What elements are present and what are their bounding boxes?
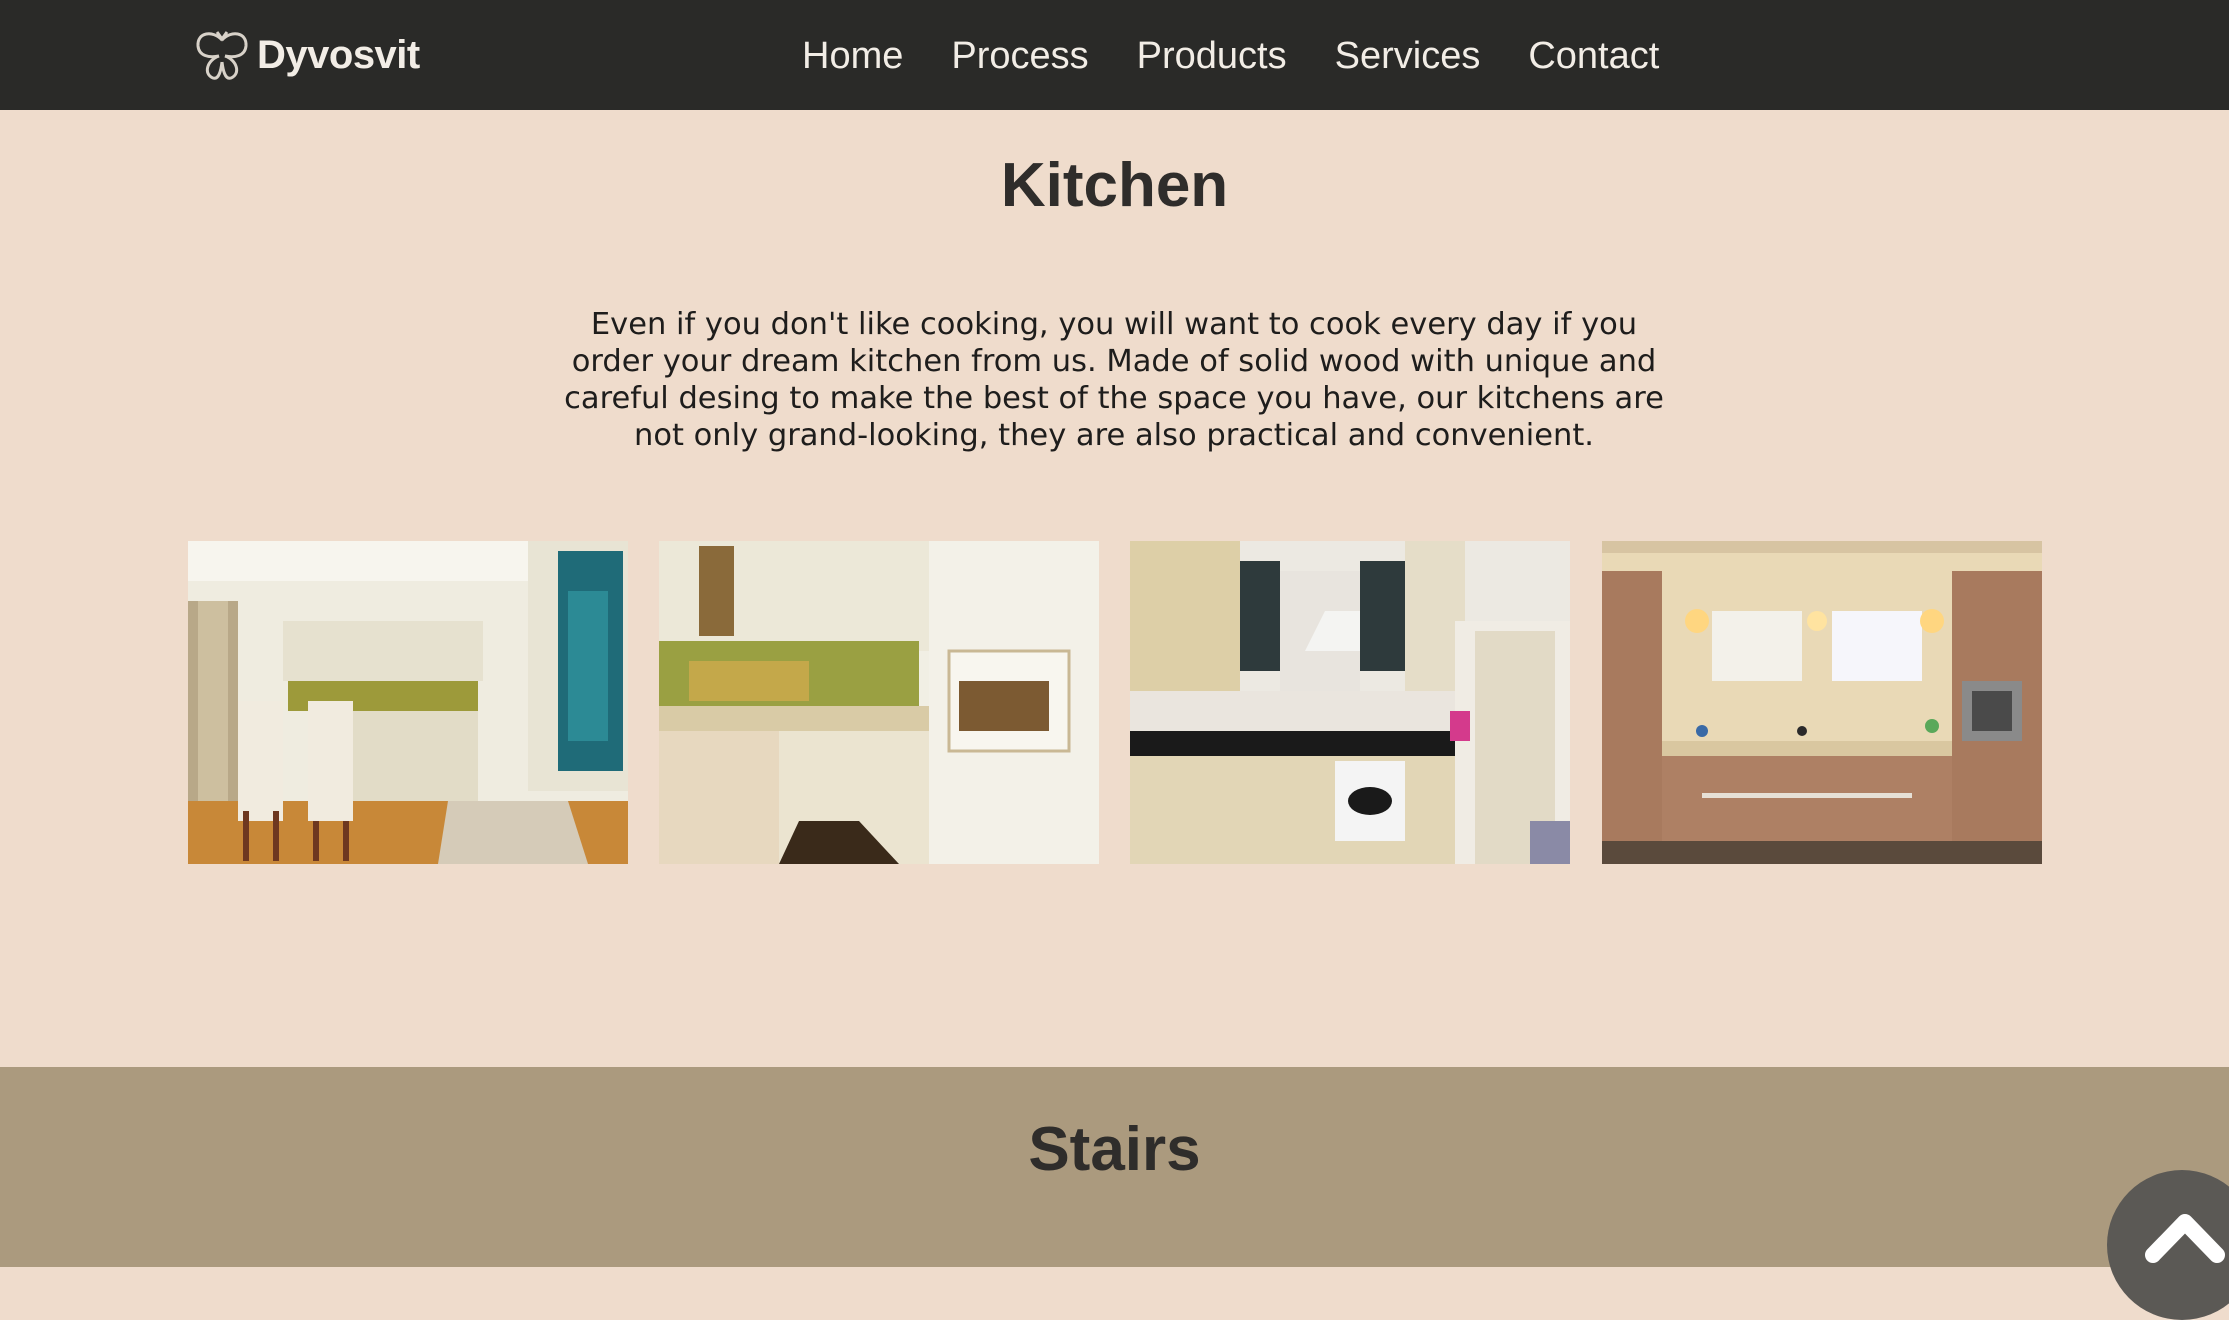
kitchen-photo-4[interactable]: [1602, 541, 2042, 864]
brand-name: Dyvosvit: [257, 32, 420, 77]
brand-logo[interactable]: Dyvosvit: [193, 20, 420, 90]
kitchen-gallery: [188, 541, 2042, 864]
nav-products[interactable]: Products: [1137, 28, 1287, 84]
stairs-title: Stairs: [1028, 1115, 1201, 1184]
kitchen-photo-2[interactable]: [659, 541, 1099, 864]
kitchen-photo-1[interactable]: [188, 541, 628, 864]
main-nav: Home Process Products Services Contact: [802, 28, 1707, 84]
chevron-up-icon: [2145, 1214, 2225, 1263]
nav-process[interactable]: Process: [951, 28, 1088, 84]
nav-home[interactable]: Home: [802, 28, 903, 84]
site-header: Dyvosvit Home Process Products Services …: [0, 0, 2229, 110]
nav-contact[interactable]: Contact: [1528, 28, 1659, 84]
kitchen-description: Even if you don't like cooking, you will…: [564, 307, 1664, 453]
butterfly-logo-icon: [196, 31, 248, 80]
nav-services[interactable]: Services: [1335, 28, 1481, 84]
kitchen-photo-3[interactable]: [1130, 541, 1570, 864]
kitchen-title: Kitchen: [1000, 151, 1229, 220]
